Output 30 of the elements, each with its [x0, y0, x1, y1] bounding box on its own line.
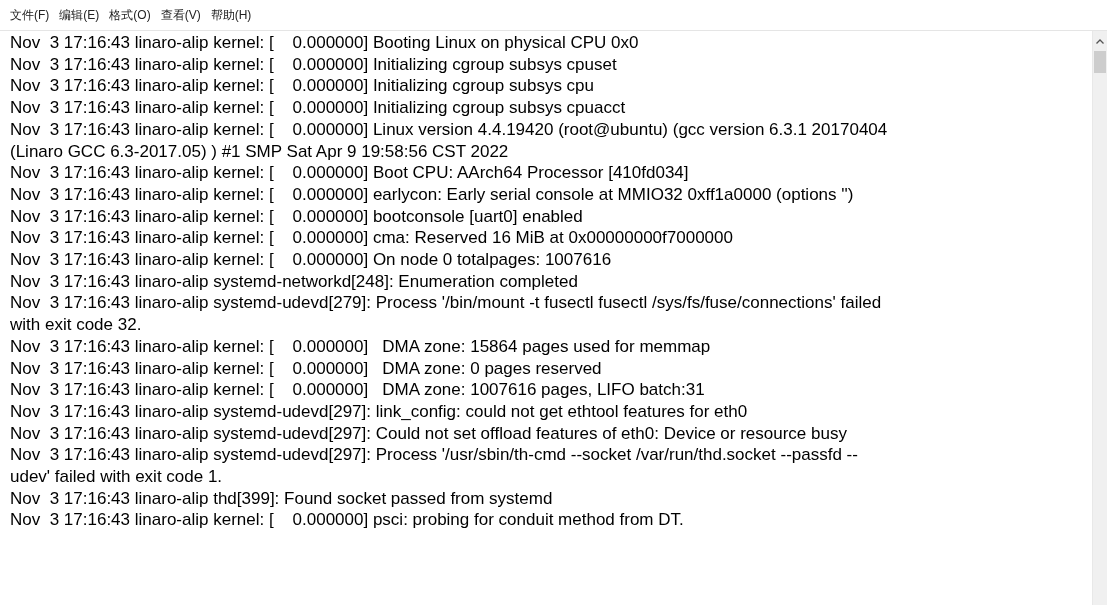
log-line: Nov 3 17:16:43 linaro-alip kernel: [ 0.000000] DMA zone: 1007616 pages, LIFO batch:31 [10, 379, 705, 401]
log-line: Nov 3 17:16:43 linaro-alip kernel: [ 0.000000] Boot CPU: AArch64 Processor [410fd034] [10, 162, 689, 184]
log-line: Nov 3 17:16:43 linaro-alip kernel: [ 0.000000] Initializing cgroup subsys cpu [10, 75, 594, 98]
menu-item[interactable]: 格式(O) [109, 6, 151, 24]
log-line: Nov 3 17:16:43 linaro-alip thd[399]: Found socket passed from systemd [10, 487, 553, 510]
log-line: Nov 3 17:16:43 linaro-alip kernel: [ 0.000000] Linux version 4.4.19420 (root@ubuntu) (gcc version 6.3.1 20170404 [10, 118, 888, 141]
log-line: Nov 3 17:16:43 linaro-alip systemd-udevd[297]: Process '/usr/sbin/th-cmd --socket /var/run/thd.socket --passfd -- [10, 444, 858, 467]
log-line: Nov 3 17:16:43 linaro-alip systemd-udevd[297]: link_config: could not get ethtool features for eth0 [10, 400, 748, 423]
log-line: Nov 3 17:16:43 linaro-alip systemd-udevd[297]: Could not set offload features of eth0: Device or resource busy [10, 422, 847, 445]
log-line: Nov 3 17:16:43 linaro-alip kernel: [ 0.000000] Booting Linux on physical CPU 0x0 [10, 32, 639, 54]
menu-item[interactable]: 查看(V) [160, 6, 201, 24]
menu-item[interactable]: 帮助(H) [210, 6, 252, 24]
log-line: (Linaro GCC 6.3-2017.05) ) #1 SMP Sat Apr 9 19:58:56 CST 2022 [10, 140, 509, 163]
log-line: Nov 3 17:16:43 linaro-alip kernel: [ 0.000000] earlycon: Early serial console at MMIO32 0xff1a0000 (options '') [10, 183, 854, 206]
log-line: Nov 3 17:16:43 linaro-alip kernel: [ 0.000000] On node 0 totalpages: 1007616 [10, 249, 612, 271]
menu-item[interactable]: 编辑(E) [59, 6, 100, 24]
log-line: udev' failed with exit code 1. [10, 466, 223, 488]
log-line: with exit code 32. [10, 314, 142, 336]
log-line: Nov 3 17:16:43 linaro-alip kernel: [ 0.000000] Initializing cgroup subsys cpuacct [10, 97, 626, 119]
log-line: Nov 3 17:16:43 linaro-alip kernel: [ 0.000000] cma: Reserved 16 MiB at 0x00000000f7000000 [10, 227, 733, 250]
scrollbar-thumb[interactable] [1094, 51, 1106, 73]
log-line: Nov 3 17:16:43 linaro-alip kernel: [ 0.000000] Initializing cgroup subsys cpuset [10, 53, 617, 76]
log-line: Nov 3 17:16:43 linaro-alip kernel: [ 0.000000] bootconsole [uart0] enabled [10, 205, 583, 228]
vertical-scrollbar[interactable] [1093, 31, 1107, 605]
log-line: Nov 3 17:16:43 linaro-alip kernel: [ 0.000000] DMA zone: 0 pages reserved [10, 357, 602, 380]
log-line: Nov 3 17:16:43 linaro-alip kernel: [ 0.000000] DMA zone: 15864 pages used for memmap [10, 335, 711, 358]
log-line: Nov 3 17:16:43 linaro-alip kernel: [ 0.000000] psci: probing for conduit method from DT. [10, 509, 684, 532]
log-line: Nov 3 17:16:43 linaro-alip systemd-udevd[279]: Process '/bin/mount -t fusectl fusectl /sys/fs/fuse/connections' failed [10, 292, 882, 315]
menu-item[interactable]: 文件(F) [10, 6, 50, 24]
log-line: Nov 3 17:16:43 linaro-alip systemd-networkd[248]: Enumeration completed [10, 270, 578, 293]
